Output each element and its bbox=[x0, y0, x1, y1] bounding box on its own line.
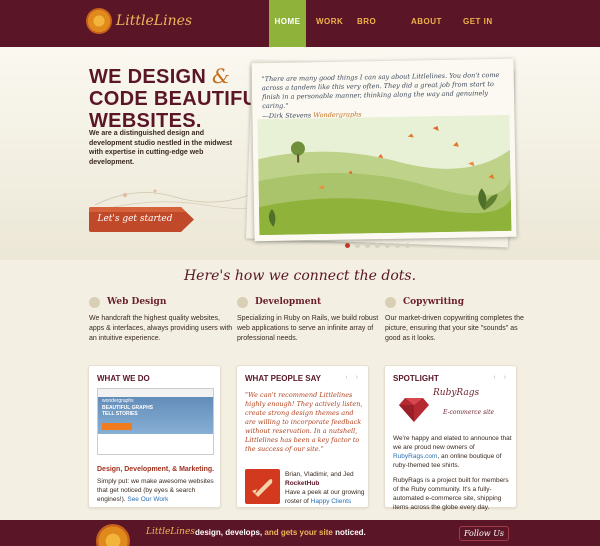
spotlight-text-c: RubyRags is a project built for members … bbox=[393, 477, 509, 511]
happy-clients-link[interactable]: Happy Clients bbox=[311, 498, 351, 505]
screenshot-signup bbox=[102, 423, 132, 430]
testimonial-people: Brian, Vladimir, and Jed RocketHub Have … bbox=[285, 470, 367, 506]
slide-dot-6[interactable] bbox=[395, 243, 400, 248]
cta-label: Let's get started bbox=[97, 214, 173, 224]
slide-dot-4[interactable] bbox=[375, 243, 380, 248]
carousel-arrows-icon[interactable]: ‹ › bbox=[493, 374, 509, 381]
nav-contact[interactable]: GET IN TOUCH bbox=[463, 0, 523, 70]
testimonial-names: Brian, Vladimir, and Jed bbox=[285, 471, 354, 478]
hero-description: We are a distinguished design and develo… bbox=[89, 130, 233, 166]
logo-mark-icon bbox=[86, 8, 112, 34]
footer-tagline: design, develops, and gets your site not… bbox=[195, 528, 366, 537]
see-our-work-link[interactable]: See Our Work bbox=[127, 496, 168, 503]
service-title: Copywriting bbox=[403, 297, 465, 307]
slider-dots bbox=[345, 243, 415, 248]
screenshot-headline: BEAUTIFUL GRAPHS TELL STORIES bbox=[102, 405, 154, 417]
box-text: Simply put: we make awesome websites tha… bbox=[97, 477, 217, 504]
screenshot-topbar bbox=[98, 389, 213, 397]
hero-section: WE DESIGN & CODE BEAUTIFUL WEBSITES. We … bbox=[0, 47, 600, 260]
hero-hills-illustration bbox=[95, 189, 255, 210]
landscape-illustration bbox=[257, 114, 512, 236]
ruby-brand: RubyRags bbox=[433, 388, 480, 398]
footer-tagline-a: design, develops, bbox=[195, 528, 263, 537]
what-people-say-box: WHAT PEOPLE SAY ‹ › "We can't recommend … bbox=[236, 365, 369, 508]
slide-dot-3[interactable] bbox=[365, 243, 370, 248]
service-text: Specializing in Ruby on Rails, we build … bbox=[237, 315, 379, 342]
footer-tagline-c: noticed. bbox=[335, 528, 366, 537]
carousel-arrows-icon[interactable]: ‹ › bbox=[345, 374, 361, 381]
rocket-icon bbox=[245, 469, 280, 504]
service-text: Our market-driven copywriting completes … bbox=[385, 315, 524, 342]
box-title: WHAT WE DO bbox=[97, 374, 150, 383]
service-title: Development bbox=[255, 297, 322, 307]
slide-dot-2[interactable] bbox=[355, 243, 360, 248]
rocket-shape-icon bbox=[252, 479, 273, 497]
main-nav: HOME WORK BRO BLOG ABOUT US GET IN TOUCH bbox=[269, 0, 523, 70]
logo-text: LittleLines bbox=[116, 13, 193, 29]
logo[interactable]: LittleLines bbox=[86, 8, 192, 34]
service-text: We handcraft the highest quality website… bbox=[89, 315, 233, 342]
ruby-tag: E-commerce site bbox=[443, 409, 495, 416]
spotlight-text: We're happy and elated to announce that … bbox=[393, 434, 513, 512]
hero-quote: "There are many good things I can say ab… bbox=[262, 71, 503, 121]
footer-logo-icon bbox=[96, 524, 130, 546]
nav-work[interactable]: WORK bbox=[316, 0, 346, 47]
rubyrags-link[interactable]: RubyRags.com bbox=[393, 453, 437, 460]
slide-dot-1[interactable] bbox=[345, 243, 350, 248]
box-title: WHAT PEOPLE SAY bbox=[245, 374, 322, 383]
what-we-do-box: WHAT WE DO wondergraphs BEAUTIFUL GRAPHS… bbox=[88, 365, 221, 508]
testimonial-card: "There are many good things I can say ab… bbox=[251, 58, 517, 242]
connect-heading: Here's how we connect the dots. bbox=[183, 268, 417, 284]
slide-dot-7[interactable] bbox=[405, 243, 410, 248]
hero-title-line1: WE DESIGN bbox=[89, 66, 207, 88]
box-title: SPOTLIGHT bbox=[393, 374, 439, 383]
follow-us-button[interactable]: Follow Us bbox=[459, 526, 509, 541]
spotlight-text-a: We're happy and elated to announce that … bbox=[393, 435, 512, 451]
footer-bar: LittleLines design, develops, and gets y… bbox=[0, 520, 600, 546]
hero-quote-text: "There are many good things I can say ab… bbox=[261, 70, 500, 111]
screenshot-bottom bbox=[98, 434, 213, 454]
hero-title-line2: CODE BEAUTIFUL bbox=[89, 88, 270, 110]
nav-blog[interactable]: BRO BLOG bbox=[357, 0, 399, 70]
nav-about[interactable]: ABOUT US bbox=[411, 0, 451, 70]
service-title: Web Design bbox=[107, 297, 167, 307]
portfolio-screenshot[interactable]: wondergraphs BEAUTIFUL GRAPHS TELL STORI… bbox=[97, 388, 214, 455]
slide-dot-5[interactable] bbox=[385, 243, 390, 248]
spotlight-box: SPOTLIGHT ‹ › RubyRags E-commerce site W… bbox=[384, 365, 517, 511]
ruby-gem-icon bbox=[399, 398, 429, 422]
screenshot-brand: wondergraphs bbox=[102, 398, 134, 404]
box-subtitle: Design, Development, & Marketing. bbox=[97, 466, 215, 473]
testimonial-company: RocketHub bbox=[285, 480, 320, 487]
heart-icon bbox=[89, 297, 100, 308]
gear-icon bbox=[237, 297, 248, 308]
hero-title: WE DESIGN & CODE BEAUTIFUL WEBSITES. bbox=[89, 65, 270, 132]
document-icon bbox=[385, 297, 396, 308]
footer-brand: LittleLines bbox=[146, 527, 195, 537]
testimonial-quote: "We can't recommend Littlelines highly e… bbox=[245, 391, 363, 453]
hero-title-amp: & bbox=[212, 64, 231, 88]
cta-button[interactable]: Let's get started bbox=[89, 207, 194, 232]
site-header: LittleLines HOME WORK BRO BLOG ABOUT US … bbox=[0, 0, 600, 70]
nav-home[interactable]: HOME bbox=[269, 0, 306, 47]
footer-tagline-b: and gets your site bbox=[264, 528, 333, 537]
